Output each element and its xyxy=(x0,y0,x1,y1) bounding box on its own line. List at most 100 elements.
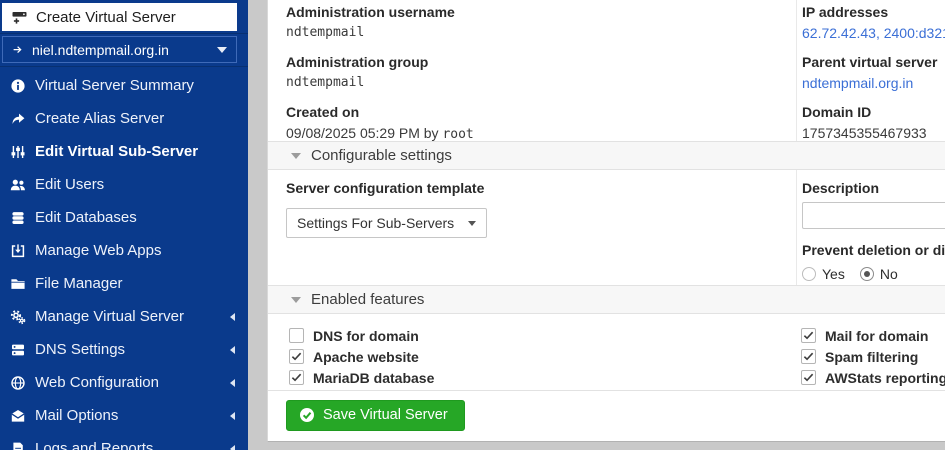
sidebar-item-web-configuration[interactable]: Web Configuration xyxy=(0,366,248,399)
gears-icon xyxy=(8,308,28,325)
prevent-no-label: No xyxy=(879,266,898,282)
enabled-features-header[interactable]: Enabled features xyxy=(268,285,945,314)
sidebar-item-label: Create Alias Server xyxy=(35,110,165,127)
sidebar-item-label: DNS Settings xyxy=(35,341,126,358)
chevron-left-icon xyxy=(230,312,235,321)
created-on-date: 09/08/2025 05:29 PM by xyxy=(286,125,443,141)
sidebar-item-manage-web-apps[interactable]: Manage Web Apps xyxy=(0,234,248,267)
sidebar-item-label: Edit Users xyxy=(35,176,105,193)
sidebar-item-label: Manage Virtual Server xyxy=(35,308,184,325)
sidebar-item-label: Edit Virtual Sub-Server xyxy=(35,143,199,160)
feature-row: AWStats reporting xyxy=(801,367,945,388)
prevent-no-radio[interactable] xyxy=(859,267,874,281)
sidebar-item-manage-virtual-server[interactable]: Manage Virtual Server xyxy=(0,300,248,333)
column-divider xyxy=(796,0,797,141)
feature-row: Spam filtering xyxy=(801,346,945,367)
admin-username-field: Administration username ndtempmail xyxy=(286,4,474,41)
configurable-settings-section: Server configuration template Settings F… xyxy=(268,170,945,285)
sidebar-item-mail-options[interactable]: Mail Options xyxy=(0,399,248,432)
sidebar-item-edit-users[interactable]: Edit Users xyxy=(0,168,248,201)
collapse-triangle-icon xyxy=(291,296,301,303)
created-by-user: root xyxy=(442,127,474,142)
feature-row: DNS for domain xyxy=(289,325,434,346)
ip-addresses-value[interactable]: 62.72.42.43, 2400:d321:2 xyxy=(802,25,945,41)
checkbox-mail-for-domain[interactable] xyxy=(801,328,816,343)
feature-label: Spam filtering xyxy=(825,348,919,365)
enabled-features-section: DNS for domain Apache website MariaDB da… xyxy=(268,314,945,391)
alias-arrow-icon xyxy=(8,110,28,127)
feature-label: MariaDB database xyxy=(313,369,435,386)
admin-group-field: Administration group ndtempmail xyxy=(286,54,474,91)
created-on-label: Created on xyxy=(286,104,360,120)
template-label: Server configuration template xyxy=(286,180,485,196)
sidebar-nav: Virtual Server Summary Create Alias Serv… xyxy=(0,69,248,450)
save-button[interactable]: Save Virtual Server xyxy=(286,400,465,431)
description-input[interactable] xyxy=(802,202,945,229)
sidebar-item-label: Logs and Reports xyxy=(35,440,154,450)
sidebar-item-label: Mail Options xyxy=(35,407,119,424)
sidebar-item-label: Web Configuration xyxy=(35,374,159,391)
enabled-features-title: Enabled features xyxy=(311,291,425,308)
domain-id-label: Domain ID xyxy=(802,104,872,120)
chevron-left-icon xyxy=(230,411,235,420)
column-divider xyxy=(796,170,797,285)
dns-icon xyxy=(8,341,28,358)
checkbox-awstats-reporting[interactable] xyxy=(801,370,816,385)
prevent-yes-radio[interactable] xyxy=(802,267,816,281)
parent-server-field: Parent virtual server ndtempmail.org.in xyxy=(802,54,945,91)
prevent-deletion-radio-group: Yes No xyxy=(802,266,945,282)
content-card: Administration username ndtempmail Admin… xyxy=(267,0,945,442)
sidebar: Create Virtual Server niel.ndtempmail.or… xyxy=(0,0,248,450)
sidebar-item-label: Edit Databases xyxy=(35,209,137,226)
logs-icon xyxy=(8,440,28,450)
chevron-left-icon xyxy=(230,345,235,354)
feature-label: DNS for domain xyxy=(313,327,419,344)
sidebar-item-label: Manage Web Apps xyxy=(35,242,162,259)
admin-group-label: Administration group xyxy=(286,54,429,70)
chevron-left-icon xyxy=(230,444,235,450)
sidebar-item-virtual-server-summary[interactable]: Virtual Server Summary xyxy=(0,69,248,102)
checkbox-spam-filtering[interactable] xyxy=(801,349,816,364)
admin-username-label: Administration username xyxy=(286,4,455,20)
info-icon xyxy=(8,77,28,94)
ip-addresses-label: IP addresses xyxy=(802,4,889,20)
admin-group-value: ndtempmail xyxy=(286,75,365,90)
description-label: Description xyxy=(802,180,880,196)
webapps-icon xyxy=(8,242,28,259)
feature-label: Apache website xyxy=(313,348,419,365)
mail-icon xyxy=(8,407,28,424)
sidebar-item-edit-virtual-sub-server[interactable]: Edit Virtual Sub-Server xyxy=(0,135,248,168)
sidebar-item-label: Virtual Server Summary xyxy=(35,77,194,94)
sidebar-item-file-manager[interactable]: File Manager xyxy=(0,267,248,300)
checkbox-dns-for-domain[interactable] xyxy=(289,328,304,343)
sidebar-item-create-virtual-server[interactable]: Create Virtual Server xyxy=(2,3,237,31)
sidebar-divider xyxy=(0,33,248,34)
users-icon xyxy=(8,176,28,193)
checkbox-apache-website[interactable] xyxy=(289,349,304,364)
template-select[interactable]: Settings For Sub-Servers xyxy=(286,208,488,238)
folder-icon xyxy=(8,275,28,292)
parent-server-link[interactable]: ndtempmail.org.in xyxy=(802,75,945,91)
caret-down-icon xyxy=(217,46,227,53)
sidebar-divider xyxy=(0,66,248,67)
save-check-icon xyxy=(300,408,314,422)
sidebar-item-label: File Manager xyxy=(35,275,123,292)
created-on-field: Created on 09/08/2025 05:29 PM by root xyxy=(286,104,474,143)
goto-arrow-icon xyxy=(13,46,22,54)
domain-id-value: 1757345355467933 xyxy=(802,125,927,141)
sidebar-item-edit-databases[interactable]: Edit Databases xyxy=(0,201,248,234)
caret-down-icon xyxy=(468,220,477,226)
save-button-label: Save Virtual Server xyxy=(323,407,448,423)
sidebar-item-dns-settings[interactable]: DNS Settings xyxy=(0,333,248,366)
create-virtual-server-label: Create Virtual Server xyxy=(36,8,176,26)
prevent-yes-label: Yes xyxy=(822,266,845,282)
sidebar-item-logs-and-reports[interactable]: Logs and Reports xyxy=(0,432,248,450)
domain-selector[interactable]: niel.ndtempmail.org.in xyxy=(2,36,237,63)
feature-row: Apache website xyxy=(289,346,434,367)
feature-label: AWStats reporting xyxy=(825,369,945,386)
domain-selector-value: niel.ndtempmail.org.in xyxy=(32,41,169,58)
form-footer: Save Virtual Server xyxy=(268,391,945,431)
sidebar-item-create-alias-server[interactable]: Create Alias Server xyxy=(0,102,248,135)
checkbox-mariadb-database[interactable] xyxy=(289,370,304,385)
ip-addresses-field: IP addresses 62.72.42.43, 2400:d321:2 xyxy=(802,4,945,41)
